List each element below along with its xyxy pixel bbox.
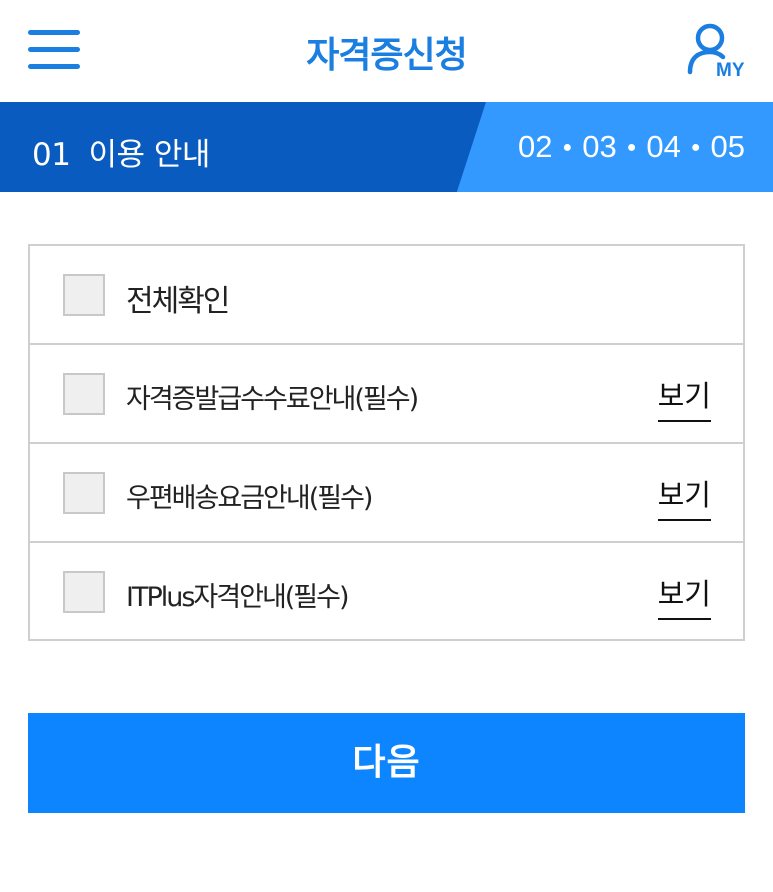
- view-link[interactable]: 보기: [657, 472, 711, 521]
- fee-notice-checkbox[interactable]: [63, 373, 105, 415]
- my-label: MY: [716, 60, 745, 81]
- current-step-number: 01: [32, 137, 71, 173]
- app-header: 자격증신청 MY: [0, 0, 773, 102]
- agree-all-checkbox[interactable]: [63, 274, 105, 316]
- next-button[interactable]: 다음: [28, 713, 745, 813]
- agreement-label: 우편배송요금안내(필수): [126, 483, 373, 514]
- step-number: 03: [582, 129, 617, 164]
- agree-all-row: 전체확인: [30, 246, 743, 345]
- step-number: 05: [710, 129, 745, 164]
- agreement-label: 자격증발급수수료안내(필수): [126, 384, 419, 415]
- agreement-row: 자격증발급수수료안내(필수) 보기: [30, 345, 743, 444]
- step-progress-bar: 01 이용 안내 02 ● 03 ● 04 ● 05: [0, 102, 773, 192]
- page-title: 자격증신청: [306, 35, 468, 76]
- step-number: 02: [518, 129, 553, 164]
- step-number: 04: [646, 129, 681, 164]
- my-page-button[interactable]: MY: [686, 22, 752, 84]
- view-link[interactable]: 보기: [657, 571, 711, 620]
- current-step-label: 이용 안내: [88, 137, 210, 173]
- postal-fee-checkbox[interactable]: [63, 472, 105, 514]
- agree-all-label: 전체확인: [126, 284, 230, 319]
- view-link[interactable]: 보기: [657, 373, 711, 422]
- agreement-list: 전체확인 자격증발급수수료안내(필수) 보기 우편배송요금안내(필수) 보기 I…: [28, 244, 745, 641]
- upcoming-steps: 02 ● 03 ● 04 ● 05: [518, 129, 745, 164]
- agreement-label: ITPlus자격안내(필수): [126, 582, 350, 613]
- itplus-notice-checkbox[interactable]: [63, 571, 105, 613]
- agreement-row: ITPlus자격안내(필수) 보기: [30, 543, 743, 642]
- current-step: 01 이용 안내: [0, 102, 486, 192]
- agreement-row: 우편배송요금안내(필수) 보기: [30, 444, 743, 543]
